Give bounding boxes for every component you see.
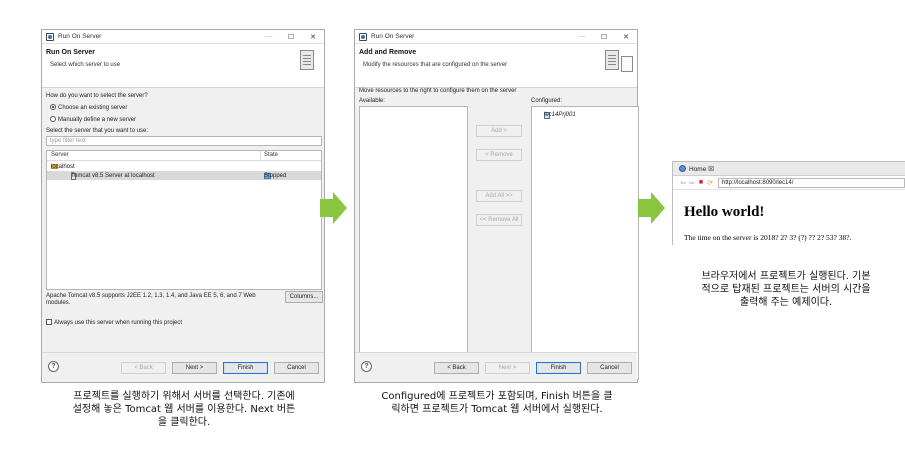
host-label: localhost: [51, 164, 75, 170]
minimize-button[interactable]: —: [571, 33, 593, 41]
caption-step2-line2: 릭하면 프로젝트가 Tomcat 웹 서버에서 실행된다.: [391, 404, 603, 415]
browser-toolbar: ⇦ ⇨ ■ ⟳ http://localhost:8090/lec14/: [673, 176, 905, 190]
dialog1-subheading: Select which server to use: [50, 62, 121, 68]
cancel-button[interactable]: Cancel: [274, 362, 319, 374]
eclipse-app-icon: [359, 32, 367, 41]
help-icon[interactable]: ?: [48, 361, 59, 372]
help-icon[interactable]: ?: [361, 361, 372, 372]
checkbox-icon: [46, 319, 52, 325]
radio-manual-label: Manually define a new server: [58, 117, 137, 123]
add-all-button[interactable]: Add All >>: [476, 190, 522, 202]
globe-icon: [679, 165, 686, 172]
back-button[interactable]: < Back: [434, 362, 479, 374]
always-use-label: Always use this server when running this…: [54, 320, 183, 326]
dialog2-window-title: Run On Server: [371, 33, 415, 40]
col-server[interactable]: Server: [51, 152, 69, 158]
select-server-label: Select the server that you want to use:: [46, 128, 149, 134]
add-button[interactable]: Add >: [476, 125, 522, 137]
dialog2-subheading: Modify the resources that are configured…: [363, 62, 508, 68]
server-tree[interactable]: Server State ⌄ localhost Tomcat v8.5 Ser…: [46, 150, 322, 290]
refresh-icon[interactable]: ⟳: [706, 179, 714, 187]
configured-item-label: lec14Prj001: [544, 112, 576, 118]
always-use-checkbox[interactable]: Always use this server when running this…: [46, 319, 182, 326]
close-button[interactable]: ✕: [302, 33, 324, 41]
available-list[interactable]: [359, 106, 468, 380]
finish-button[interactable]: Finish: [223, 362, 268, 374]
radio-unselected-icon: [50, 116, 56, 122]
dialog2-banner: Add and Remove Modify the resources that…: [355, 44, 637, 88]
next-button[interactable]: Next >: [485, 362, 530, 374]
radio-existing-server[interactable]: Choose an existing server: [50, 104, 127, 111]
caption-step3: 브라우저에서 프로젝트가 실행된다. 기본 적으로 탑재된 프로젝트는 서버의 …: [672, 270, 900, 309]
minimize-button[interactable]: —: [258, 33, 280, 41]
radio-selected-icon: [50, 104, 56, 110]
caption-step1-line2: 설정해 놓은 Tomcat 웹 서버를 이용한다. Next 버튼: [72, 404, 296, 415]
remove-button[interactable]: < Remove: [476, 149, 522, 161]
available-label: Available:: [359, 98, 385, 104]
caption-step1-line3: 을 클릭한다.: [157, 417, 211, 428]
server-wizard-icon: [605, 50, 619, 70]
dialog2-heading: Add and Remove: [359, 49, 417, 56]
url-input[interactable]: http://localhost:8090/lec14/: [718, 177, 905, 188]
hello-heading: Hello world!: [684, 204, 765, 220]
caption-step3-line3: 출력해 주는 예제이다.: [739, 297, 833, 308]
back-arrow-icon[interactable]: ⇦: [679, 179, 687, 187]
dialog2-titlebar: Run On Server — ☐ ✕: [355, 30, 637, 44]
next-button[interactable]: Next >: [172, 362, 217, 374]
dialog1-heading: Run On Server: [46, 49, 96, 56]
server-time-text: The time on the server is 2018? 2? 3? (?…: [684, 233, 852, 242]
move-instruction: Move resources to the right to configure…: [359, 88, 517, 94]
run-on-server-dialog-1: Run On Server — ☐ ✕ Run On Server Select…: [41, 29, 325, 383]
caption-step3-line2: 적으로 탑재된 프로젝트는 서버의 시간을: [701, 284, 871, 295]
stop-icon[interactable]: ■: [697, 179, 705, 186]
back-button[interactable]: < Back: [121, 362, 166, 374]
columns-button[interactable]: Columns...: [285, 291, 323, 303]
configured-item[interactable]: lec14Prj001: [532, 110, 638, 119]
eclipse-app-icon: [46, 32, 54, 41]
dialog1-banner: Run On Server Select which server to use: [42, 44, 324, 88]
maximize-button[interactable]: ☐: [593, 33, 615, 41]
browser-tab[interactable]: Home ☒: [673, 162, 905, 176]
configured-label: Configured:: [531, 98, 563, 104]
resources-icon: [621, 56, 633, 72]
col-state[interactable]: State: [264, 152, 278, 158]
select-question: How do you want to select the server?: [46, 93, 148, 99]
browser-tab-label: Home ☒: [689, 165, 714, 173]
server-name: Tomcat v8.5 Server at localhost: [71, 173, 155, 179]
radio-existing-label: Choose an existing server: [58, 105, 128, 111]
cancel-button[interactable]: Cancel: [587, 362, 632, 374]
run-on-server-dialog-2: Run On Server — ☐ ✕ Add and Remove Modif…: [354, 29, 639, 383]
dialog1-footer: ? < Back Next > Finish Cancel: [42, 352, 324, 382]
close-button[interactable]: ✕: [615, 33, 637, 41]
dialog1-titlebar: Run On Server — ☐ ✕: [42, 30, 324, 44]
tree-row-tomcat[interactable]: Tomcat v8.5 Server at localhost Stopped: [47, 171, 321, 180]
configured-list[interactable]: lec14Prj001: [531, 106, 639, 380]
dialog1-window-title: Run On Server: [58, 33, 102, 40]
finish-button[interactable]: Finish: [536, 362, 581, 374]
radio-manual-server[interactable]: Manually define a new server: [50, 116, 136, 123]
caption-step3-line1: 브라우저에서 프로젝트가 실행된다. 기본: [701, 271, 871, 282]
browser-panel: Home ☒ ⇦ ⇨ ■ ⟳ http://localhost:8090/lec…: [672, 161, 905, 245]
remove-all-button[interactable]: << Remove All: [476, 214, 522, 226]
filter-input[interactable]: type filter text: [46, 136, 322, 146]
tree-row-localhost[interactable]: ⌄ localhost: [47, 162, 321, 171]
server-tree-header: Server State: [47, 151, 321, 161]
server-wizard-icon: [300, 50, 314, 70]
caption-step1: 프로젝트를 실행하기 위해서 서버를 선택한다. 기존에 설정해 놓은 Tomc…: [42, 390, 326, 429]
forward-arrow-icon[interactable]: ⇨: [688, 179, 696, 187]
server-state: Stopped: [264, 173, 287, 179]
caption-step1-line1: 프로젝트를 실행하기 위해서 서버를 선택한다. 기존에: [73, 391, 295, 402]
server-description: Apache Tomcat v8.5 supports J2EE 1.2, 1.…: [46, 293, 256, 306]
caption-step2: Configured에 프로젝트가 포함되며, Finish 버튼을 클 릭하면…: [355, 390, 639, 416]
dialog2-footer: ? < Back Next > Finish Cancel: [355, 352, 637, 382]
caption-step2-line1: Configured에 프로젝트가 포함되며, Finish 버튼을 클: [381, 391, 613, 402]
maximize-button[interactable]: ☐: [280, 33, 302, 41]
